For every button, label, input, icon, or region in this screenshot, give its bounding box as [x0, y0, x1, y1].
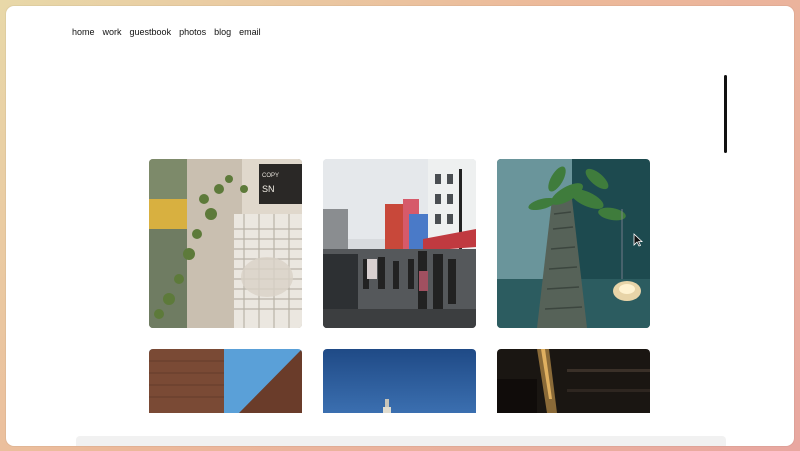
nav-link-email[interactable]: email: [239, 27, 261, 37]
photo-palm-lamp[interactable]: [497, 159, 650, 328]
photo-window-fan[interactable]: COPY SN: [149, 159, 302, 328]
nav-link-blog[interactable]: blog: [214, 27, 231, 37]
photo-dark-interior[interactable]: [497, 349, 650, 413]
photo-overlay-text: COPY: [262, 173, 279, 179]
arrow-cursor-icon: [633, 233, 644, 247]
photo-overlay-text-2: SN: [262, 184, 275, 194]
photo-blue-sky-tower[interactable]: [323, 349, 476, 413]
photo-brick-sky[interactable]: [149, 349, 302, 413]
scroll-indicator[interactable]: [724, 75, 727, 153]
nav-link-work[interactable]: work: [103, 27, 122, 37]
top-nav: home work guestbook photos blog email: [72, 27, 261, 37]
nav-link-photos[interactable]: photos: [179, 27, 206, 37]
photo-grid: COPY SN: [149, 159, 650, 413]
nav-link-guestbook[interactable]: guestbook: [130, 27, 172, 37]
nav-link-home[interactable]: home: [72, 27, 95, 37]
browser-window: home work guestbook photos blog email CO…: [6, 6, 794, 446]
bottom-bar: [76, 436, 726, 446]
photo-colorful-street[interactable]: [323, 159, 476, 328]
